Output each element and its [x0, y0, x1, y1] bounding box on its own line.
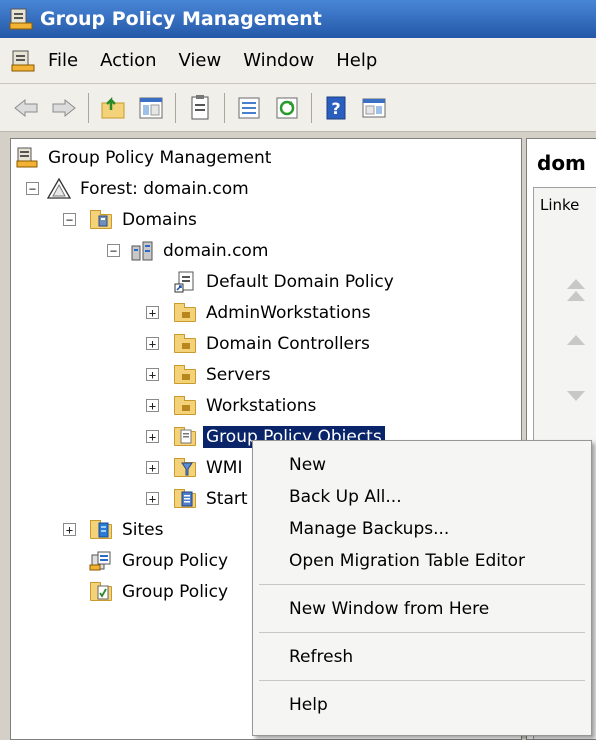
refresh-icon[interactable]	[273, 94, 301, 122]
gpm-icon	[15, 147, 39, 169]
domains-folder-icon	[89, 209, 113, 231]
expand-toggle[interactable]: +	[146, 337, 159, 350]
domain-icon	[130, 240, 154, 262]
tree-item-gpm-root[interactable]: Group Policy Management	[15, 143, 274, 173]
tree-item-wmi-filters[interactable]: WMI	[173, 453, 246, 483]
expand-toggle[interactable]: +	[146, 306, 159, 319]
expand-toggle[interactable]: +	[146, 492, 159, 505]
menu-separator	[259, 632, 585, 633]
export-list-icon[interactable]	[235, 94, 263, 122]
menu-item-back-up-all[interactable]: Back Up All...	[253, 481, 591, 513]
toolbar: ?	[0, 84, 596, 132]
tree-label: AdminWorkstations	[206, 303, 371, 323]
toolbar-separator	[224, 92, 225, 123]
forward-icon[interactable]	[50, 94, 78, 122]
tree-item-servers[interactable]: Servers	[173, 360, 274, 390]
starter-gpo-folder-icon	[173, 488, 197, 510]
move-up-icon[interactable]	[567, 335, 585, 345]
tree-label: Group Policy	[122, 582, 229, 602]
expand-toggle[interactable]: +	[146, 368, 159, 381]
tree-label: Default Domain Policy	[206, 272, 394, 292]
move-down-icon[interactable]	[567, 391, 585, 401]
tree-label: Sites	[122, 520, 164, 540]
collapse-toggle[interactable]: −	[107, 244, 120, 257]
ou-folder-icon	[173, 302, 197, 324]
title-bar: Group Policy Management	[0, 0, 596, 38]
expand-toggle[interactable]: +	[146, 399, 159, 412]
menu-help[interactable]: Help	[336, 50, 377, 71]
menu-view[interactable]: View	[179, 50, 222, 71]
context-menu: New Back Up All... Manage Backups... Ope…	[252, 440, 592, 736]
tree-item-group-policy-modeling[interactable]: Group Policy	[89, 546, 231, 576]
move-top-icon[interactable]	[567, 291, 585, 301]
tree-item-domain[interactable]: domain.com	[130, 236, 271, 266]
tree-label: Servers	[206, 365, 271, 385]
show-action-pane-icon[interactable]	[360, 94, 388, 122]
tree-item-domains[interactable]: Domains	[89, 205, 200, 235]
expand-toggle[interactable]: +	[146, 461, 159, 474]
menu-separator	[259, 680, 585, 681]
menu-action[interactable]: Action	[100, 50, 156, 71]
wmi-filter-folder-icon	[173, 457, 197, 479]
menu-item-new-window-from-here[interactable]: New Window from Here	[253, 593, 591, 625]
menu-item-open-migration-table-editor[interactable]: Open Migration Table Editor	[253, 545, 591, 577]
tree-item-default-domain-policy[interactable]: Default Domain Policy	[173, 267, 397, 297]
tree-label: Workstations	[206, 396, 317, 416]
menu-item-help[interactable]: Help	[253, 689, 591, 721]
collapse-toggle[interactable]: −	[26, 182, 39, 195]
gpm-menu-icon[interactable]	[10, 49, 36, 73]
gpm-app-icon	[8, 7, 34, 31]
tree-label: domain.com	[163, 241, 269, 261]
tab-linked-label: Linke	[540, 196, 580, 214]
menu-item-manage-backups[interactable]: Manage Backups...	[253, 513, 591, 545]
menu-item-new[interactable]: New	[253, 449, 591, 481]
modeling-icon	[89, 550, 113, 572]
toolbar-separator	[88, 92, 89, 123]
svg-text:?: ?	[331, 99, 340, 118]
tree-item-group-policy-results[interactable]: Group Policy	[89, 577, 231, 607]
ou-folder-icon	[173, 395, 197, 417]
toolbar-separator	[175, 92, 176, 123]
show-hide-tree-icon[interactable]	[137, 94, 165, 122]
tree-label: Group Policy	[122, 551, 229, 571]
gpo-link-icon	[173, 271, 197, 293]
tree-item-adminworkstations[interactable]: AdminWorkstations	[173, 298, 374, 328]
ou-folder-icon	[173, 333, 197, 355]
tree-label: Domain Controllers	[206, 334, 370, 354]
help-icon[interactable]: ?	[322, 94, 350, 122]
tree-item-starter-gpos[interactable]: Start	[173, 484, 251, 514]
move-top-icon[interactable]	[567, 279, 585, 289]
ou-folder-icon	[173, 364, 197, 386]
tree-item-sites[interactable]: Sites	[89, 515, 167, 545]
up-folder-icon[interactable]	[99, 94, 127, 122]
details-title: dom	[537, 151, 586, 175]
tree-label: Forest: domain.com	[80, 179, 249, 199]
toolbar-separator	[311, 92, 312, 123]
menu-window[interactable]: Window	[243, 50, 314, 71]
tree-item-forest[interactable]: Forest: domain.com	[46, 174, 252, 204]
back-icon[interactable]	[12, 94, 40, 122]
results-folder-icon	[89, 581, 113, 603]
tree-label: Group Policy Management	[48, 148, 272, 168]
gpo-folder-icon	[173, 426, 197, 448]
menu-item-refresh[interactable]: Refresh	[253, 641, 591, 673]
menu-bar: File Action View Window Help	[0, 38, 596, 84]
sites-folder-icon	[89, 519, 113, 541]
menu-file[interactable]: File	[48, 50, 78, 71]
menu-separator	[259, 584, 585, 585]
forest-icon	[46, 177, 72, 200]
collapse-toggle[interactable]: −	[63, 213, 76, 226]
expand-toggle[interactable]: +	[63, 523, 76, 536]
tree-label: Domains	[122, 210, 197, 230]
tree-item-domain-controllers[interactable]: Domain Controllers	[173, 329, 373, 359]
expand-toggle[interactable]: +	[146, 430, 159, 443]
tree-item-workstations[interactable]: Workstations	[173, 391, 319, 421]
tree-label: WMI	[206, 458, 243, 478]
properties-icon[interactable]	[186, 94, 214, 122]
tree-label: Start	[206, 489, 248, 509]
window-title: Group Policy Management	[40, 8, 322, 30]
